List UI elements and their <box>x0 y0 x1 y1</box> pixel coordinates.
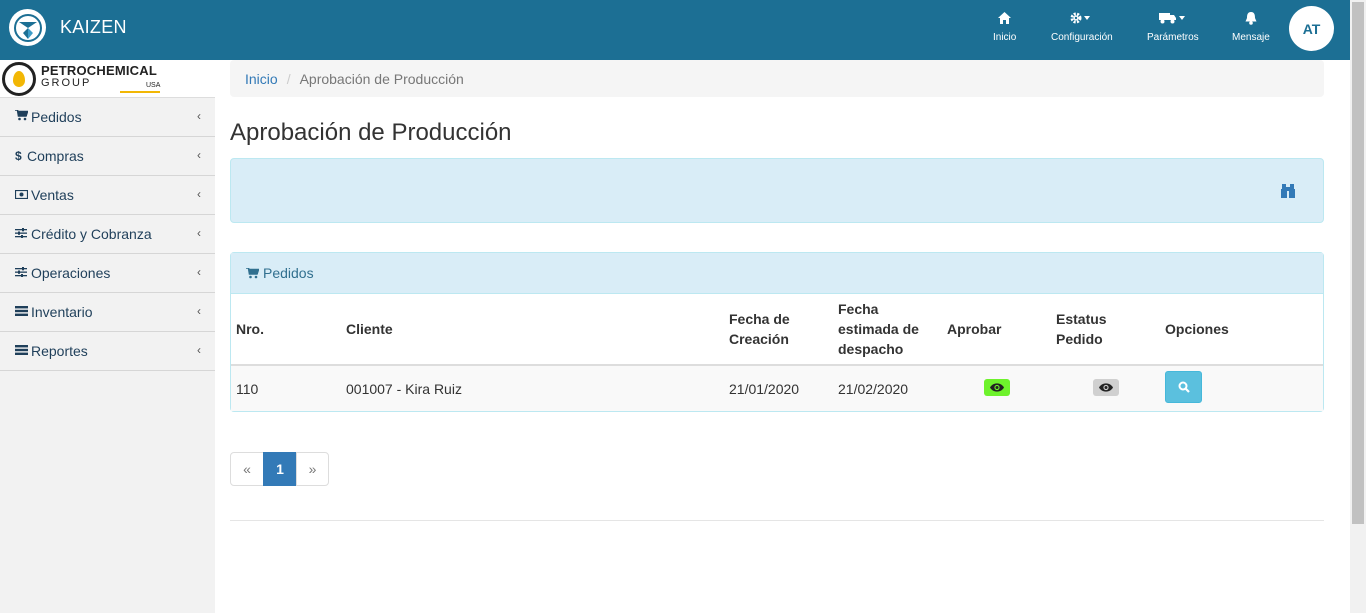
col-fecha-despacho: Fecha estimada de despacho <box>833 294 942 366</box>
logo-line2: GROUP <box>41 77 92 89</box>
orders-table: Nro. Cliente Fecha de Creación Fecha est… <box>231 294 1323 411</box>
nav-parametros[interactable]: Parámetros <box>1147 12 1199 43</box>
orders-panel-title: Pedidos <box>263 265 314 281</box>
chevron-left-icon: ‹ <box>197 148 201 162</box>
pagination-next[interactable]: » <box>296 452 329 486</box>
oil-drop-icon <box>2 62 36 96</box>
nav-mensaje[interactable]: Mensaje <box>1232 12 1270 43</box>
sidebar: PETROCHEMICAL GROUP USA Pedidos ‹ $ Comp… <box>0 60 215 613</box>
main-content: Inicio / Aprobación de Producción Aproba… <box>230 60 1324 521</box>
sidebar-item-label: Reportes <box>31 343 88 359</box>
status-button[interactable] <box>1093 378 1119 396</box>
sidebar-item-credito[interactable]: Crédito y Cobranza ‹ <box>0 215 215 254</box>
table-header-row: Nro. Cliente Fecha de Creación Fecha est… <box>231 294 1323 366</box>
chevron-left-icon: ‹ <box>197 265 201 279</box>
table-row: 110 001007 - Kira Ruiz 21/01/2020 21/02/… <box>231 365 1323 411</box>
sidebar-item-label: Pedidos <box>31 109 82 125</box>
col-cliente: Cliente <box>341 294 724 366</box>
cell-aprobar <box>942 365 1051 411</box>
user-avatar[interactable]: AT <box>1289 6 1334 51</box>
nav-inicio-label: Inicio <box>993 32 1017 43</box>
col-nro: Nro. <box>231 294 341 366</box>
pagination: « 1 » <box>230 452 1324 486</box>
col-aprobar: Aprobar <box>942 294 1051 366</box>
chevron-left-icon: ‹ <box>197 304 201 318</box>
cell-estatus <box>1051 365 1160 411</box>
sidebar-item-compras[interactable]: $ Compras ‹ <box>0 137 215 176</box>
breadcrumb-separator: / <box>286 70 291 87</box>
nav-parametros-label: Parámetros <box>1147 32 1199 43</box>
bell-icon <box>1232 12 1270 28</box>
cart-icon <box>246 267 259 279</box>
truck-icon <box>1147 12 1199 28</box>
cell-cliente: 001007 - Kira Ruiz <box>341 365 724 411</box>
sidebar-item-label: Inventario <box>31 304 93 320</box>
pagination-prev[interactable]: « <box>230 452 264 486</box>
top-navbar: KAIZEN Inicio Configuración Parámetros M… <box>0 0 1350 60</box>
money-icon <box>14 188 31 202</box>
search-icon <box>1178 381 1190 393</box>
breadcrumb-home-link[interactable]: Inicio <box>245 71 278 87</box>
scrollbar-thumb[interactable] <box>1352 2 1364 524</box>
app-name: KAIZEN <box>60 17 127 37</box>
dollar-icon: $ <box>15 149 22 163</box>
sidebar-item-ventas[interactable]: Ventas ‹ <box>0 176 215 215</box>
binoculars-icon[interactable] <box>1280 183 1296 199</box>
sidebar-item-label: Compras <box>27 148 84 164</box>
footer-divider <box>230 520 1324 521</box>
list-icon <box>15 344 31 358</box>
orders-panel: Pedidos Nro. Cliente Fecha de Creación F… <box>230 252 1324 412</box>
chevron-left-icon: ‹ <box>197 226 201 240</box>
page-scrollbar[interactable] <box>1350 0 1366 613</box>
sidebar-item-label: Operaciones <box>31 265 111 281</box>
nav-inicio[interactable]: Inicio <box>993 12 1016 43</box>
logo-line1: PETROCHEMICAL <box>41 63 157 78</box>
sidebar-item-reportes[interactable]: Reportes ‹ <box>0 332 215 371</box>
filter-panel <box>230 158 1324 223</box>
gear-icon <box>1051 12 1113 28</box>
view-order-button[interactable] <box>1165 371 1202 403</box>
col-opciones: Opciones <box>1160 294 1323 366</box>
nav-configuracion[interactable]: Configuración <box>1051 12 1113 43</box>
cell-opciones <box>1160 365 1323 411</box>
breadcrumb: Inicio / Aprobación de Producción <box>230 60 1324 97</box>
cart-icon <box>15 109 31 124</box>
cell-fecha-despacho: 21/02/2020 <box>833 365 942 411</box>
sliders-icon <box>15 227 31 241</box>
cell-nro: 110 <box>231 365 341 411</box>
nav-mensaje-label: Mensaje <box>1232 32 1270 43</box>
eye-icon <box>990 382 1004 392</box>
home-icon <box>993 12 1016 28</box>
company-logo: PETROCHEMICAL GROUP USA <box>0 60 215 98</box>
sliders-icon <box>15 266 31 280</box>
brand[interactable]: KAIZEN <box>9 9 127 46</box>
logo-swoosh <box>120 91 160 93</box>
page-title: Aprobación de Producción <box>230 119 512 146</box>
sidebar-item-inventario[interactable]: Inventario ‹ <box>0 293 215 332</box>
nav-configuracion-label: Configuración <box>1051 32 1113 43</box>
approve-button[interactable] <box>984 378 1010 396</box>
list-icon <box>15 305 31 319</box>
sidebar-item-operaciones[interactable]: Operaciones ‹ <box>0 254 215 293</box>
cell-fecha-creacion: 21/01/2020 <box>724 365 833 411</box>
col-estatus: Estatus Pedido <box>1051 294 1160 366</box>
chevron-left-icon: ‹ <box>197 109 201 123</box>
chevron-left-icon: ‹ <box>197 187 201 201</box>
sidebar-item-pedidos[interactable]: Pedidos ‹ <box>0 98 215 137</box>
sidebar-item-label: Ventas <box>31 187 74 203</box>
eye-icon <box>1099 382 1113 392</box>
col-fecha-creacion: Fecha de Creación <box>724 294 833 366</box>
orders-panel-header: Pedidos <box>231 253 1323 294</box>
pagination-page-1[interactable]: 1 <box>263 452 297 486</box>
sidebar-item-label: Crédito y Cobranza <box>31 226 152 242</box>
chevron-left-icon: ‹ <box>197 343 201 357</box>
logo-line3: USA <box>146 82 161 89</box>
breadcrumb-current: Aprobación de Producción <box>299 70 464 87</box>
kaizen-logo-icon <box>9 9 46 46</box>
